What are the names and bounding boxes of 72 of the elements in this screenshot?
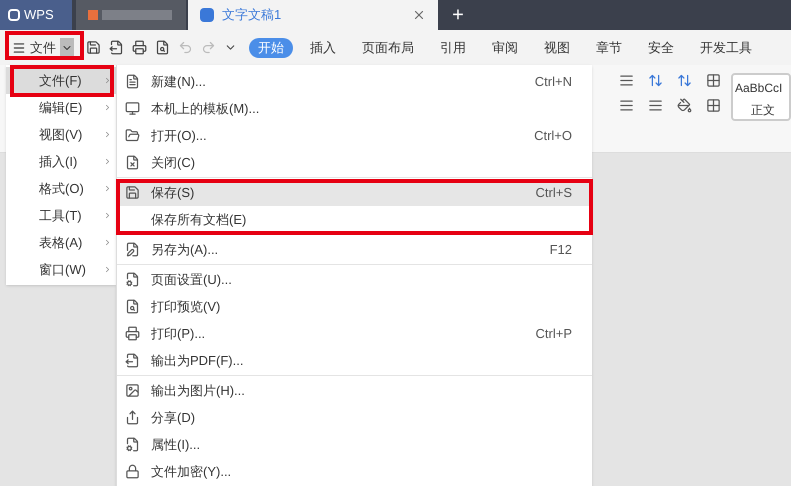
font-size-icon[interactable] xyxy=(648,73,663,88)
shortcut-text: F12 xyxy=(550,240,572,259)
document-gear-icon xyxy=(125,437,140,452)
shortcut-text: Ctrl+P xyxy=(536,324,572,343)
submenu-item[interactable]: 另存为(A)... F12 xyxy=(117,236,592,263)
share-icon xyxy=(125,410,140,425)
submenu-item[interactable]: 保存所有文档(E) xyxy=(117,206,592,233)
menu-item[interactable]: 工具(T) xyxy=(6,202,116,229)
shortcut-text: Ctrl+S xyxy=(536,184,572,202)
ribbon-tab[interactable]: 安全 xyxy=(639,38,683,58)
ribbon-tab[interactable]: 开发工具 xyxy=(691,38,761,58)
folder-icon xyxy=(125,128,140,143)
submenu-item[interactable]: 打印预览(V) xyxy=(117,293,592,320)
style-preview[interactable]: AaBbCcI 正文 xyxy=(731,73,791,121)
menu-item[interactable]: 视图(V) xyxy=(6,121,116,148)
menu-item[interactable]: 插入(I) xyxy=(6,148,116,175)
ribbon-tab[interactable]: 插入 xyxy=(301,38,345,58)
ribbon-tab[interactable]: 视图 xyxy=(535,38,579,58)
photo-placeholder xyxy=(102,10,172,20)
submenu-item[interactable]: 新建(N)... Ctrl+N xyxy=(117,68,592,95)
submenu-item[interactable]: 关闭(C) xyxy=(117,149,592,176)
submenu-item[interactable]: 本机上的模板(M)... xyxy=(117,95,592,122)
new-tab-button[interactable]: + xyxy=(438,0,478,30)
line-spacing-icon[interactable] xyxy=(648,98,663,113)
app-tab[interactable]: WPS xyxy=(0,0,72,30)
sort-icon[interactable] xyxy=(677,73,692,88)
shortcut-text: Ctrl+N xyxy=(534,72,572,91)
menu-icon xyxy=(12,40,26,54)
document-tab[interactable]: 文字文稿1 xyxy=(188,0,438,30)
submenu-item[interactable]: 输出为图片(H)... xyxy=(117,377,592,404)
ribbon-tab[interactable]: 引用 xyxy=(431,38,475,58)
submenu-item[interactable]: 分享(D) xyxy=(117,404,592,431)
printer-icon xyxy=(125,326,140,341)
dropdown-caret-icon xyxy=(60,38,74,58)
menu-item[interactable]: 格式(O) xyxy=(6,175,116,202)
shortcut-text: Ctrl+O xyxy=(534,126,572,145)
ribbon-tab[interactable]: 页面布局 xyxy=(353,38,423,58)
wps-logo-icon xyxy=(8,9,20,21)
menu-item[interactable]: 表格(A) xyxy=(6,229,116,256)
lock-icon xyxy=(125,464,140,479)
image-icon xyxy=(125,383,140,398)
submenu-item[interactable]: 输出为PDF(F)... xyxy=(117,347,592,374)
new-document-icon xyxy=(125,74,140,89)
table-icon[interactable] xyxy=(706,73,721,88)
menu-item[interactable]: 窗口(W) xyxy=(6,256,116,283)
document-icon xyxy=(200,8,214,22)
monitor-icon xyxy=(125,101,140,116)
printer-icon[interactable] xyxy=(132,40,147,55)
document-gear-icon xyxy=(125,272,140,287)
export-icon[interactable] xyxy=(109,40,124,55)
indent-icon[interactable] xyxy=(619,98,634,113)
submenu-item[interactable]: 打开(O)... Ctrl+O xyxy=(117,122,592,149)
file-menu-button[interactable]: 文件 xyxy=(12,38,74,58)
document-search-icon xyxy=(125,299,140,314)
close-icon[interactable] xyxy=(412,8,426,22)
submenu-item[interactable]: 页面设置(U)... xyxy=(117,266,592,293)
save-icon xyxy=(125,185,140,200)
border-icon[interactable] xyxy=(706,98,721,113)
photo-placeholder xyxy=(88,10,98,20)
align-icon[interactable] xyxy=(619,73,634,88)
export-icon xyxy=(125,353,140,368)
document-pen-icon xyxy=(125,242,140,257)
submenu-item[interactable]: 属性(I)... xyxy=(117,431,592,458)
close-document-icon xyxy=(125,155,140,170)
menu-item[interactable]: 编辑(E) xyxy=(6,94,116,121)
submenu-item[interactable]: 打印(P)... Ctrl+P xyxy=(117,320,592,347)
save-icon[interactable] xyxy=(86,40,101,55)
fill-icon[interactable] xyxy=(677,98,692,113)
submenu-item[interactable]: 文件加密(Y)... xyxy=(117,458,592,485)
ribbon-tab[interactable]: 章节 xyxy=(587,38,631,58)
ribbon-tab[interactable]: 审阅 xyxy=(483,38,527,58)
print-preview-icon[interactable] xyxy=(155,40,170,55)
